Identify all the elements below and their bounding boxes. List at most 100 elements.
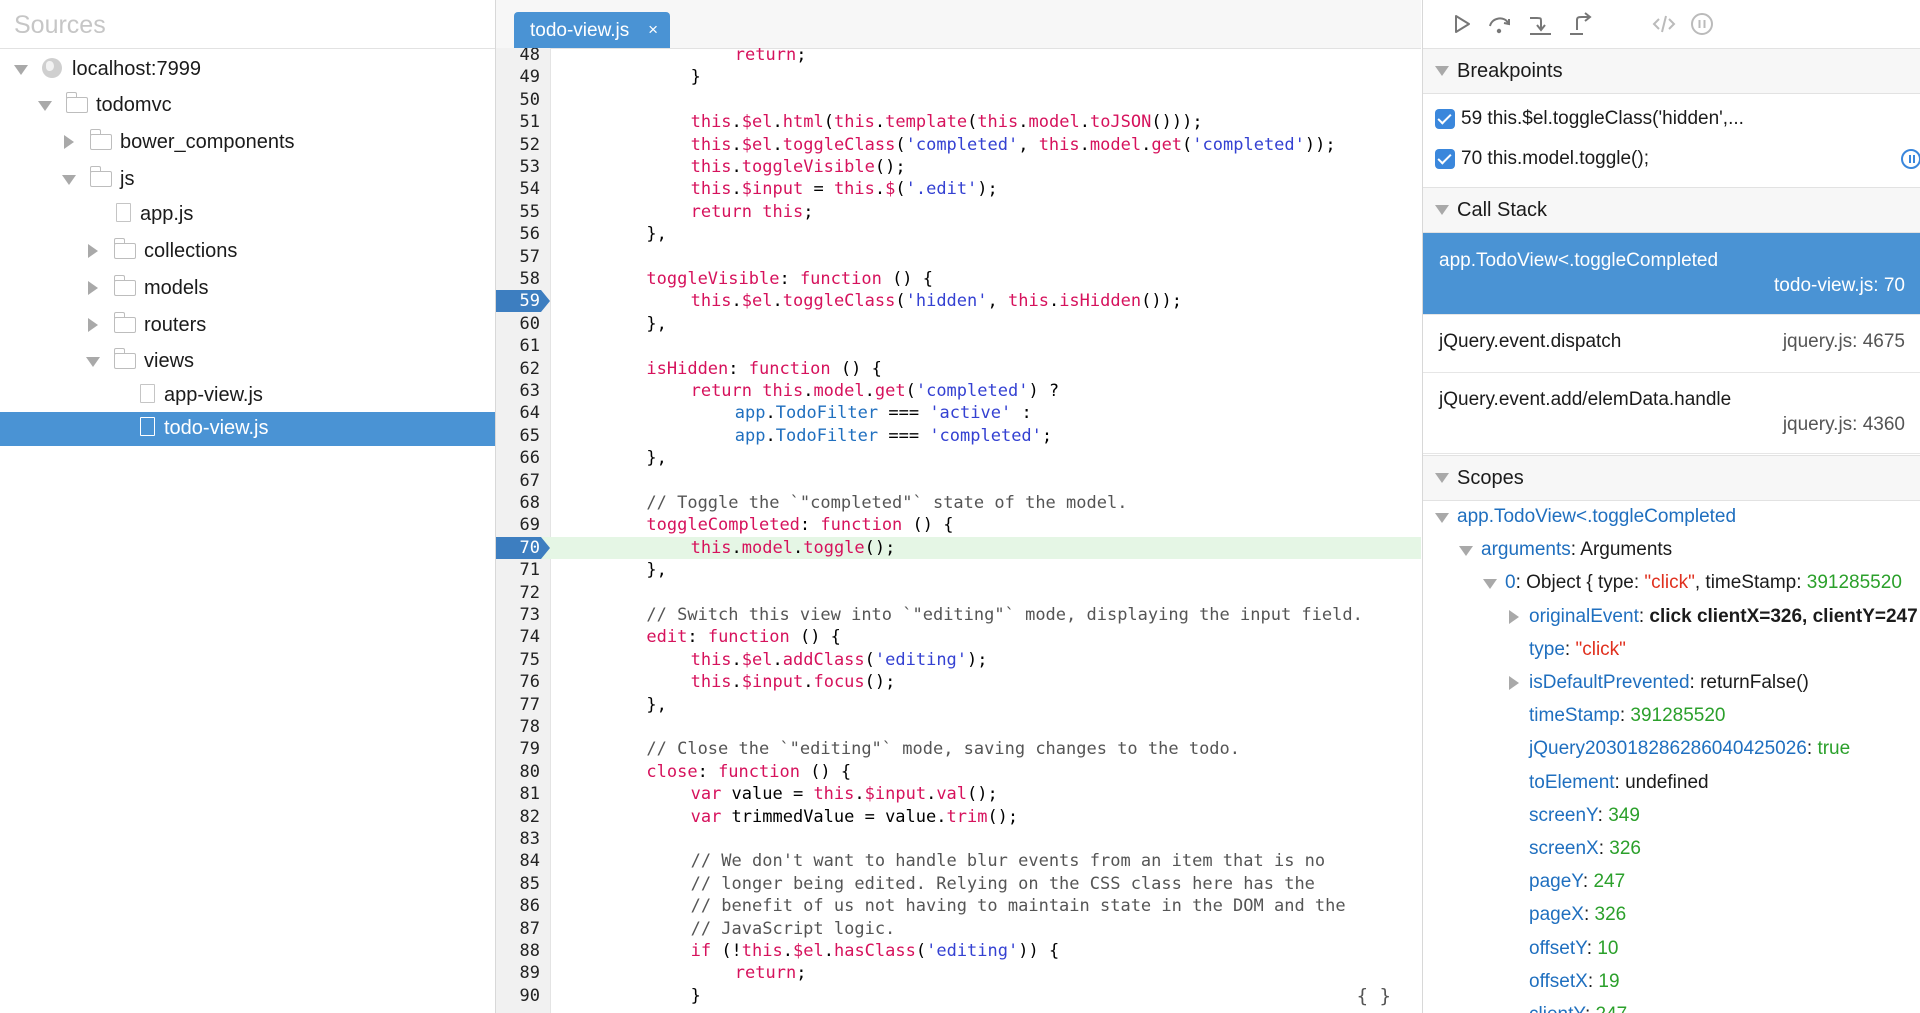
disable-breakpoints-icon[interactable] [1651, 12, 1677, 36]
close-icon[interactable]: × [648, 20, 658, 40]
tree-item[interactable]: app.js [0, 198, 495, 232]
line-number[interactable]: 55 [496, 201, 540, 223]
disclosure-triangle-icon[interactable] [1435, 513, 1449, 523]
code-line[interactable]: 67 [496, 470, 1421, 492]
line-number[interactable]: 66 [496, 447, 540, 469]
code-line[interactable]: 80 close: function () { [496, 761, 1421, 783]
tree-item[interactable]: collections [0, 235, 495, 269]
line-number[interactable]: 89 [496, 962, 540, 984]
scope-variable[interactable]: isDefaultPrevented: returnFalse() [1423, 668, 1920, 701]
scope-variable[interactable]: 0: Object { type: "click", timeStamp: 39… [1423, 568, 1920, 601]
disclosure-triangle-icon[interactable] [88, 281, 98, 295]
disclosure-triangle-icon[interactable] [14, 65, 28, 75]
scope-variable[interactable]: originalEvent: click clientX=326, client… [1423, 602, 1920, 635]
code-line[interactable]: 66}, [496, 447, 1421, 469]
step-into-icon[interactable] [1527, 12, 1553, 36]
disclosure-triangle-icon[interactable] [38, 101, 52, 111]
code-line[interactable]: 49} [496, 66, 1421, 88]
scope-variable[interactable]: timeStamp: 391285520 [1423, 701, 1920, 734]
call-stack-frame[interactable]: jQuery.event.add/elemData.handle jquery.… [1423, 372, 1920, 454]
call-stack-frame[interactable]: jQuery.event.dispatch jquery.js: 4675 [1423, 314, 1920, 373]
code-line[interactable]: 71}, [496, 559, 1421, 581]
line-number[interactable]: 82 [496, 806, 540, 828]
scope-variable[interactable]: offsetX: 19 [1423, 967, 1920, 1000]
line-number[interactable]: 88 [496, 940, 540, 962]
code-line[interactable]: 83 [496, 828, 1421, 850]
tree-item[interactable]: routers [0, 309, 495, 343]
tab-todo-view-js[interactable]: todo-view.js × [514, 12, 670, 48]
tree-item[interactable]: js [0, 163, 495, 197]
line-number[interactable]: 69 [496, 514, 540, 536]
line-number[interactable]: 56 [496, 223, 540, 245]
disclosure-triangle-icon[interactable] [1509, 609, 1519, 624]
breakpoints-header[interactable]: Breakpoints [1423, 48, 1920, 94]
scope-variable[interactable]: app.TodoView<.toggleCompleted [1423, 502, 1920, 535]
code-line[interactable]: 82 var trimmedValue = value.trim(); [496, 806, 1421, 828]
line-number[interactable]: 78 [496, 716, 540, 738]
code-line[interactable]: 68 // Toggle the `"completed"` state of t… [496, 492, 1421, 514]
breakpoint-item[interactable]: 70 this.model.toggle(); [1423, 140, 1920, 180]
disclosure-triangle-icon[interactable] [1435, 66, 1449, 76]
line-number[interactable]: 48 [496, 48, 540, 66]
disclosure-triangle-icon[interactable] [86, 357, 100, 367]
code-line[interactable]: 62 isHidden: function () { [496, 358, 1421, 380]
scope-variable[interactable]: screenX: 326 [1423, 834, 1920, 867]
tree-item[interactable]: localhost:7999 [0, 53, 495, 87]
line-number[interactable]: 72 [496, 582, 540, 604]
code-line[interactable]: 57 [496, 246, 1421, 268]
line-number[interactable]: 79 [496, 738, 540, 760]
code-line[interactable]: 55 return this; [496, 201, 1421, 223]
line-number[interactable]: 63 [496, 380, 540, 402]
line-number[interactable]: 57 [496, 246, 540, 268]
line-number[interactable]: 64 [496, 402, 540, 424]
code-line[interactable]: 85 // longer being edited. Relying on the… [496, 873, 1421, 895]
code-line[interactable]: 89 return; [496, 962, 1421, 984]
code-line[interactable]: 65 app.TodoFilter === 'completed'; [496, 425, 1421, 447]
tree-item[interactable]: todo-view.js [0, 412, 495, 446]
scope-variable[interactable]: jQuery203018286286040425026: true [1423, 734, 1920, 767]
code-line[interactable]: 56}, [496, 223, 1421, 245]
line-number[interactable]: 80 [496, 761, 540, 783]
disclosure-triangle-icon[interactable] [64, 135, 74, 149]
line-number[interactable]: 58 [496, 268, 540, 290]
line-number[interactable]: 84 [496, 850, 540, 872]
line-number[interactable]: 73 [496, 604, 540, 626]
tree-item[interactable]: app-view.js [0, 379, 495, 413]
breakpoint-item[interactable]: 59 this.$el.toggleClass('hidden',... [1423, 100, 1920, 140]
line-number[interactable]: 85 [496, 873, 540, 895]
code-line[interactable]: 59 this.$el.toggleClass('hidden', this.is… [496, 290, 1421, 313]
code-line[interactable]: 88 if (!this.$el.hasClass('editing')) { [496, 940, 1421, 962]
code-line[interactable]: 69 toggleCompleted: function () { [496, 514, 1421, 536]
scope-variable[interactable]: clientY: 247 [1423, 1000, 1920, 1013]
line-number[interactable]: 54 [496, 178, 540, 200]
tree-item[interactable]: views [0, 345, 495, 379]
code-line[interactable]: 54 this.$input = this.$('.edit'); [496, 178, 1421, 200]
call-stack-frame[interactable]: app.TodoView<.toggleCompleted todo-view.… [1423, 233, 1920, 315]
code-line[interactable]: 78 [496, 716, 1421, 738]
disclosure-triangle-icon[interactable] [1483, 579, 1497, 590]
breakpoint-checkbox[interactable] [1435, 109, 1455, 129]
line-number[interactable]: 87 [496, 918, 540, 940]
code-line[interactable]: 81 var value = this.$input.val(); [496, 783, 1421, 805]
code-line[interactable]: 48 return; [496, 48, 1421, 66]
tree-item[interactable]: models [0, 272, 495, 306]
scope-variable[interactable]: screenY: 349 [1423, 801, 1920, 834]
code-line[interactable]: 86 // benefit of us not having to maintai… [496, 895, 1421, 917]
code-line[interactable]: 79 // Close the `"editing"` mode, saving … [496, 738, 1421, 760]
step-out-icon[interactable] [1567, 12, 1593, 36]
code-line[interactable]: 75 this.$el.addClass('editing'); [496, 649, 1421, 671]
scope-variable[interactable]: type: "click" [1423, 635, 1920, 668]
code-line[interactable]: 76 this.$input.focus(); [496, 671, 1421, 693]
disclosure-triangle-icon[interactable] [1509, 676, 1519, 690]
line-number[interactable]: 61 [496, 335, 540, 357]
code-line[interactable]: 84 // We don't want to handle blur events… [496, 850, 1421, 872]
callstack-header[interactable]: Call Stack [1423, 187, 1920, 233]
line-number[interactable]: 90 [496, 985, 540, 1007]
scope-variable[interactable]: pageX: 326 [1423, 900, 1920, 933]
line-number[interactable]: 51 [496, 111, 540, 133]
disclosure-triangle-icon[interactable] [1459, 546, 1473, 557]
pretty-print-button[interactable]: { } [1357, 985, 1391, 1007]
disclosure-triangle-icon[interactable] [88, 318, 98, 332]
line-number[interactable]: 86 [496, 895, 540, 917]
code-line[interactable]: 58 toggleVisible: function () { [496, 268, 1421, 290]
